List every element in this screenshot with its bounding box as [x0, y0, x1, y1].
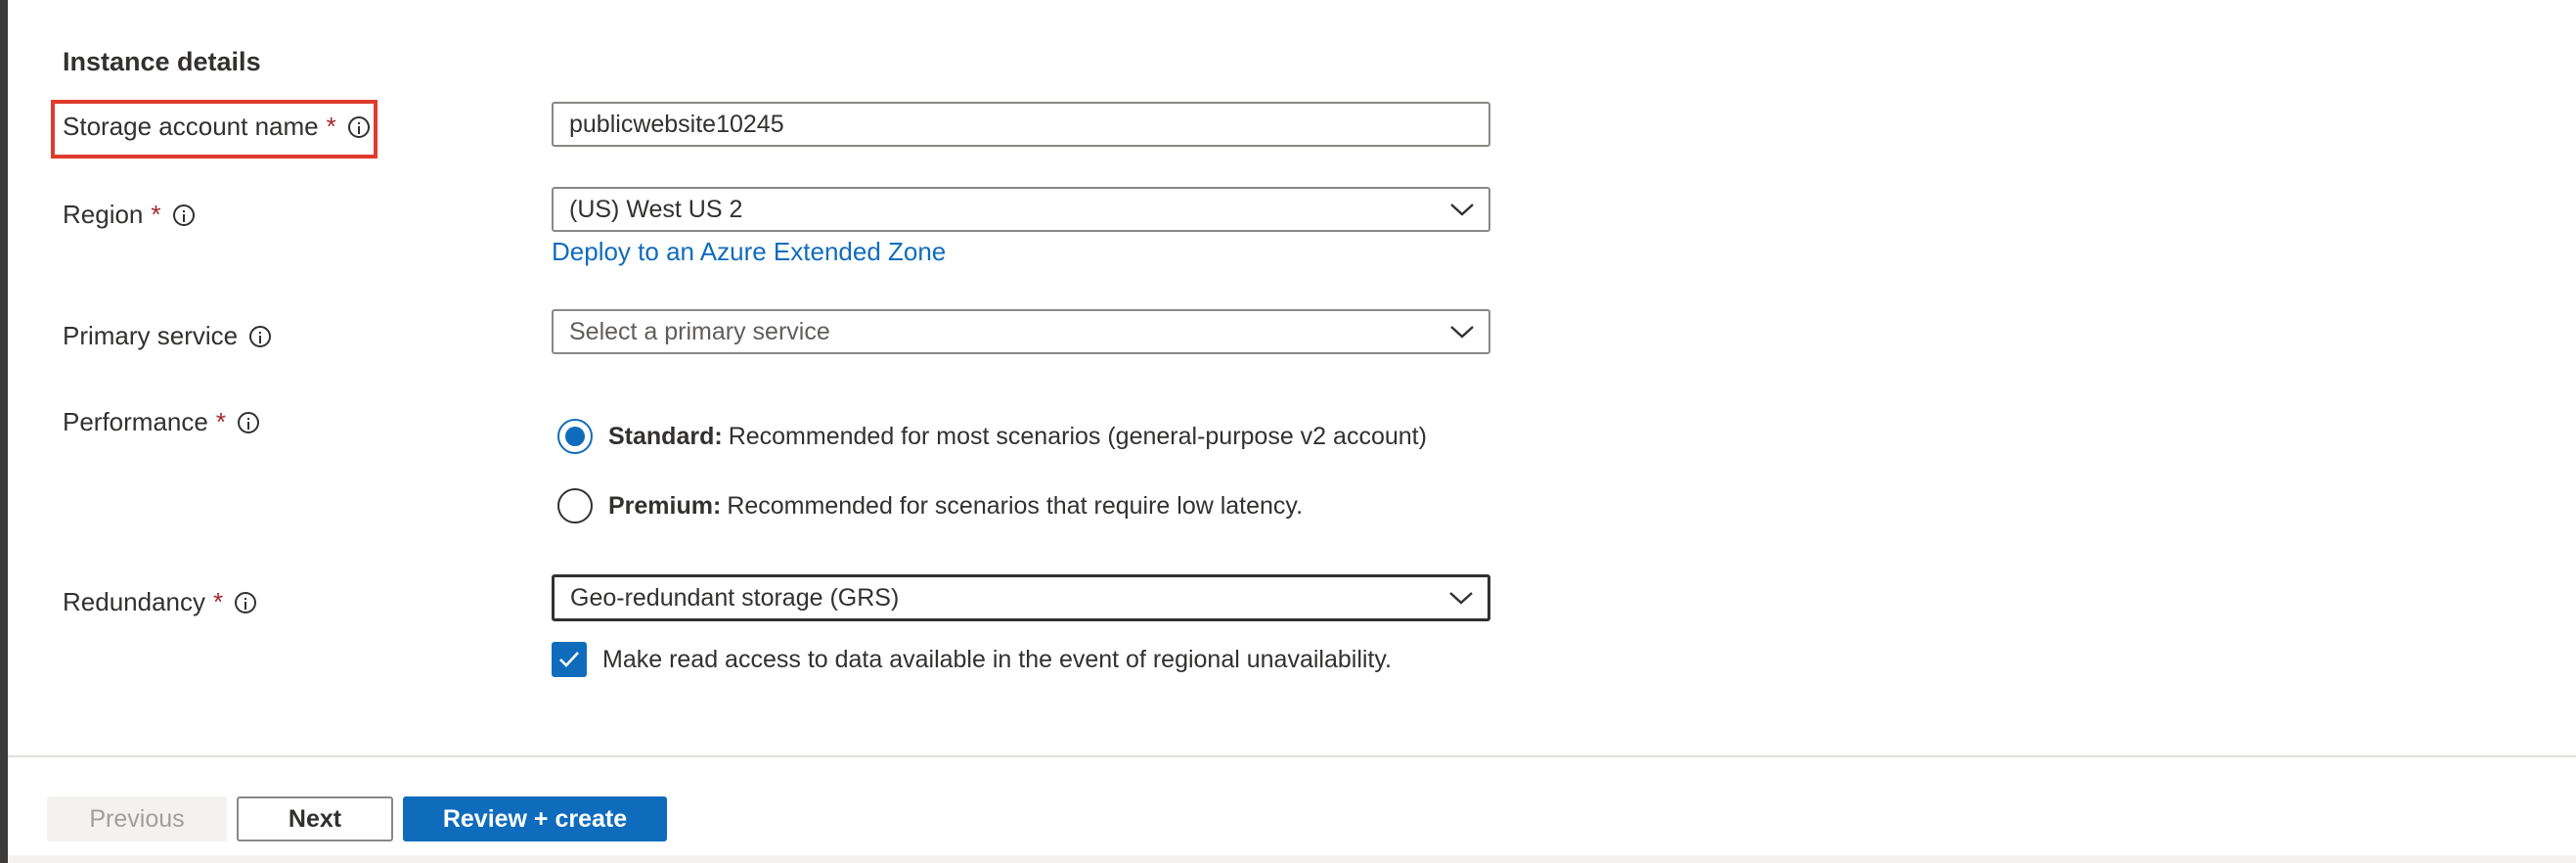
info-icon[interactable] [172, 204, 195, 226]
radio-standard[interactable] [557, 419, 593, 454]
read-access-checkbox[interactable] [552, 642, 587, 677]
redundancy-label: Redundancy * [63, 587, 257, 617]
redundancy-select-value: Geo-redundant storage (GRS) [570, 583, 900, 612]
read-access-label: Make read access to data available in th… [602, 645, 1392, 673]
checkmark-icon [559, 652, 579, 667]
performance-premium-option[interactable]: Premium: Recommended for scenarios that … [557, 488, 1303, 523]
region-select[interactable]: (US) West US 2 [552, 187, 1490, 232]
storage-account-name-input[interactable] [552, 102, 1490, 147]
redundancy-select[interactable]: Geo-redundant storage (GRS) [552, 574, 1490, 621]
required-asterisk: * [215, 407, 226, 436]
region-label-text: Region [63, 200, 144, 229]
radio-standard-title: Standard: [608, 422, 723, 450]
info-icon[interactable] [235, 591, 257, 613]
performance-label: Performance * [63, 407, 259, 437]
read-access-option[interactable]: Make read access to data available in th… [552, 642, 1392, 677]
primary-service-label: Primary service [63, 321, 272, 351]
primary-service-label-text: Primary service [63, 321, 239, 350]
chevron-down-icon [1450, 326, 1474, 339]
performance-standard-option[interactable]: Standard: Recommended for most scenarios… [557, 419, 1427, 454]
storage-account-name-label-text: Storage account name [63, 112, 319, 141]
redundancy-label-text: Redundancy [63, 587, 205, 616]
radio-premium-desc: Recommended for scenarios that require l… [727, 491, 1304, 520]
deploy-extended-zone-link[interactable]: Deploy to an Azure Extended Zone [552, 237, 946, 267]
chevron-down-icon [1450, 204, 1474, 216]
required-asterisk: * [151, 200, 161, 229]
primary-service-placeholder: Select a primary service [569, 317, 830, 345]
next-button[interactable]: Next [237, 796, 393, 841]
info-icon[interactable] [347, 115, 370, 138]
footer-divider [8, 755, 2576, 757]
bottom-strip [8, 855, 2576, 863]
performance-label-text: Performance [63, 407, 208, 436]
radio-premium-title: Premium: [608, 491, 722, 520]
radio-standard-desc: Recommended for most scenarios (general-… [728, 422, 1427, 450]
region-label: Region * [63, 200, 195, 230]
section-title: Instance details [63, 47, 261, 76]
window-left-edge [0, 0, 8, 863]
info-icon[interactable] [249, 325, 272, 347]
previous-button[interactable]: Previous [47, 796, 227, 841]
review-create-button[interactable]: Review + create [403, 796, 667, 841]
radio-premium[interactable] [557, 488, 593, 523]
storage-account-name-label: Storage account name * [63, 112, 370, 142]
chevron-down-icon [1449, 592, 1473, 605]
required-asterisk: * [326, 112, 336, 141]
primary-service-select[interactable]: Select a primary service [552, 309, 1490, 354]
info-icon[interactable] [237, 411, 259, 433]
required-asterisk: * [213, 587, 224, 616]
region-select-value: (US) West US 2 [569, 195, 743, 223]
